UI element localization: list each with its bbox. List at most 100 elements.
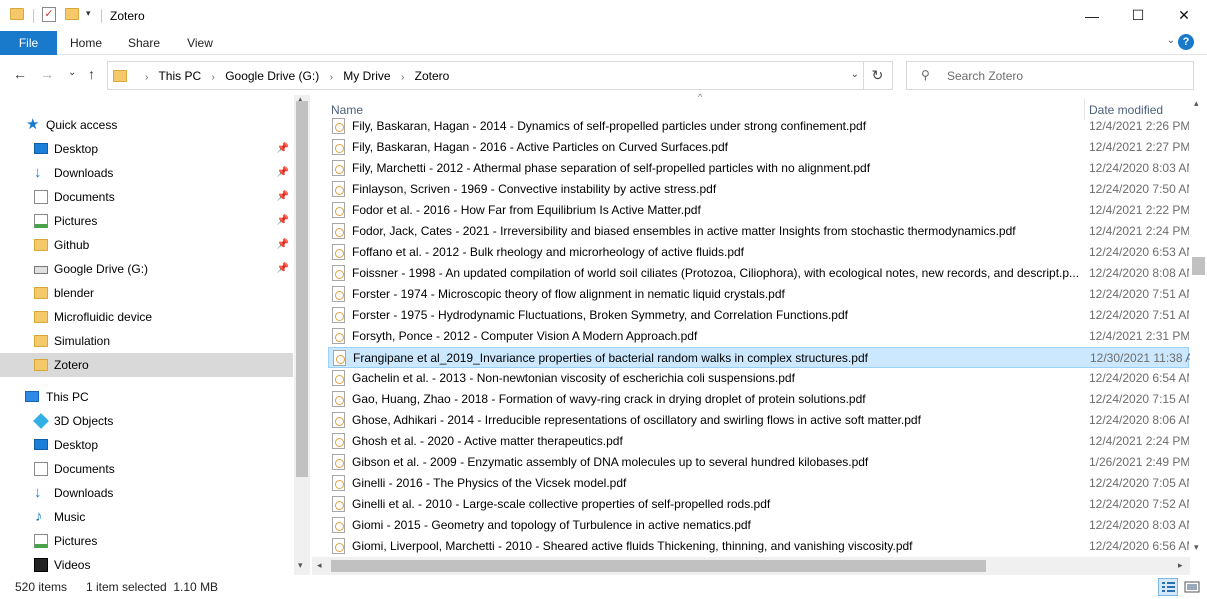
status-bar: 520 items 1 item selected 1.10 MB (0, 575, 1207, 599)
tab-file[interactable]: File (0, 31, 57, 55)
table-row[interactable]: Forsyth, Ponce - 2012 - Computer Vision … (328, 326, 1189, 347)
sidebar-item-pictures-pc[interactable]: Pictures (0, 529, 293, 553)
drive-icon (34, 266, 48, 274)
breadcrumb-google-drive[interactable]: Google Drive (G:) (225, 69, 319, 83)
sidebar-item-zotero[interactable]: Zotero (0, 353, 293, 377)
sidebar-item-simulation[interactable]: Simulation (0, 329, 293, 353)
column-header-date-modified[interactable]: Date modified (1089, 103, 1163, 117)
pdf-file-icon (332, 454, 345, 470)
pin-icon[interactable]: 📌 (277, 233, 289, 257)
forward-button[interactable]: → (40, 66, 54, 82)
column-header-name[interactable]: Name (331, 103, 363, 117)
sidebar-item-label: Pictures (54, 214, 98, 228)
table-row[interactable]: Forster - 1975 - Hydrodynamic Fluctuatio… (328, 305, 1189, 326)
item-count: 520 items (15, 580, 68, 594)
table-row[interactable]: Ginelli - 2016 - The Physics of the Vics… (328, 473, 1189, 494)
sidebar-item-videos[interactable]: Videos (0, 553, 293, 577)
sidebar-item-this-pc[interactable]: This PC (0, 385, 293, 409)
sidebar-item-quick-access[interactable]: ★ Quick access (0, 113, 293, 137)
scrollbar-thumb[interactable] (296, 101, 308, 477)
file-list-vertical-scrollbar[interactable]: ▴ ▾ (1190, 95, 1207, 557)
chevron-down-icon[interactable]: ⌄ (851, 69, 859, 80)
sidebar-item-downloads-pc[interactable]: ↓ Downloads (0, 481, 293, 505)
tab-share[interactable]: Share (120, 31, 168, 55)
tab-view[interactable]: View (178, 31, 222, 55)
table-row[interactable]: Fodor et al. - 2016 - How Far from Equil… (328, 200, 1189, 221)
up-button[interactable]: ↑ (88, 66, 95, 82)
close-button[interactable]: ✕ (1161, 0, 1207, 31)
table-row[interactable]: Forster - 1974 - Microscopic theory of f… (328, 284, 1189, 305)
address-bar[interactable]: › This PC › Google Drive (G:) › My Drive… (107, 61, 864, 90)
sidebar-item-google-drive[interactable]: Google Drive (G:) 📌 (0, 257, 293, 281)
breadcrumb-this-pc[interactable]: This PC (158, 69, 201, 83)
minimize-button[interactable]: — (1069, 0, 1115, 31)
table-row[interactable]: Ghose, Adhikari - 2014 - Irreducible rep… (328, 410, 1189, 431)
pin-icon[interactable]: 📌 (277, 137, 289, 161)
pin-icon[interactable]: 📌 (277, 257, 289, 281)
pin-icon[interactable]: 📌 (277, 161, 289, 185)
navigation-scrollbar[interactable]: ▴ ▾ (294, 94, 310, 575)
pin-icon[interactable]: 📌 (277, 185, 289, 209)
pin-icon[interactable]: 📌 (277, 209, 289, 233)
table-row[interactable]: Fodor, Jack, Cates - 2021 - Irreversibil… (328, 221, 1189, 242)
sidebar-item-music[interactable]: ♪ Music (0, 505, 293, 529)
sidebar-item-label: Pictures (54, 534, 98, 548)
sidebar-item-pictures[interactable]: Pictures 📌 (0, 209, 293, 233)
scroll-down-arrow-icon[interactable]: ▾ (1194, 542, 1199, 553)
sidebar-item-label: Desktop (54, 438, 99, 452)
table-row[interactable]: Ginelli et al. - 2010 - Large-scale coll… (328, 494, 1189, 515)
table-row[interactable]: Fily, Marchetti - 2012 - Athermal phase … (328, 158, 1189, 179)
breadcrumb-my-drive[interactable]: My Drive (343, 69, 390, 83)
sidebar-item-documents-pc[interactable]: Documents (0, 457, 293, 481)
sidebar-item-blender[interactable]: blender (0, 281, 293, 305)
file-name: Frangipane et al_2019_Invariance propert… (353, 351, 868, 365)
table-row[interactable]: Foissner - 1998 - An updated compilation… (328, 263, 1189, 284)
sidebar-item-desktop-pc[interactable]: Desktop (0, 433, 293, 457)
table-row[interactable]: Frangipane et al_2019_Invariance propert… (328, 347, 1190, 368)
sidebar-item-label: Desktop (54, 142, 99, 156)
help-icon[interactable]: ? (1178, 34, 1194, 50)
sidebar-item-downloads[interactable]: ↓ Downloads 📌 (0, 161, 293, 185)
details-view-button[interactable] (1158, 578, 1178, 596)
table-row[interactable]: Fily, Baskaran, Hagan - 2014 - Dynamics … (328, 116, 1189, 137)
table-row[interactable]: Gachelin et al. - 2013 - Non-newtonian v… (328, 368, 1189, 389)
scroll-down-arrow-icon[interactable]: ▾ (298, 560, 303, 571)
table-row[interactable]: Gibson et al. - 2009 - Enzymatic assembl… (328, 452, 1189, 473)
file-list-horizontal-scrollbar[interactable]: ◂ ▸ (312, 557, 1190, 575)
refresh-button[interactable]: ↻ (863, 61, 893, 90)
table-row[interactable]: Gao, Huang, Zhao - 2018 - Formation of w… (328, 389, 1189, 410)
sidebar-item-documents[interactable]: Documents 📌 (0, 185, 293, 209)
file-name: Gao, Huang, Zhao - 2018 - Formation of w… (352, 392, 866, 406)
scroll-up-arrow-icon[interactable]: ▴ (1194, 98, 1199, 109)
scroll-right-arrow-icon[interactable]: ▸ (1178, 560, 1183, 571)
sidebar-item-github[interactable]: Github 📌 (0, 233, 293, 257)
scrollbar-thumb[interactable] (1192, 257, 1205, 275)
search-input[interactable]: ⚲ Search Zotero (906, 61, 1194, 90)
expand-ribbon-icon[interactable]: ⌄ (1167, 35, 1175, 46)
sidebar-item-desktop[interactable]: Desktop 📌 (0, 137, 293, 161)
properties-icon[interactable]: ✓ (42, 7, 56, 22)
cube-icon (33, 413, 49, 429)
back-button[interactable]: ← (13, 66, 27, 82)
table-row[interactable]: Foffano et al. - 2012 - Bulk rheology an… (328, 242, 1189, 263)
scroll-left-arrow-icon[interactable]: ◂ (317, 560, 322, 571)
table-row[interactable]: Giomi, Liverpool, Marchetti - 2010 - She… (328, 536, 1189, 557)
large-icons-view-button[interactable] (1182, 578, 1202, 596)
scrollbar-thumb[interactable] (331, 560, 986, 572)
tab-home[interactable]: Home (63, 31, 109, 55)
file-date-modified: 12/24/2020 6:53 AM (1089, 245, 1189, 259)
new-folder-icon[interactable] (65, 8, 79, 20)
recent-locations-button[interactable]: ⌄ (68, 67, 76, 78)
breadcrumb-zotero[interactable]: Zotero (415, 69, 450, 83)
maximize-button[interactable]: ☐ (1115, 0, 1161, 31)
sidebar-item-3d-objects[interactable]: 3D Objects (0, 409, 293, 433)
table-row[interactable]: Fily, Baskaran, Hagan - 2016 - Active Pa… (328, 137, 1189, 158)
file-date-modified: 12/24/2020 8:03 AM (1089, 161, 1189, 175)
customize-quick-access-icon[interactable]: ▾ (86, 8, 91, 19)
sidebar-item-label: blender (54, 286, 95, 300)
table-row[interactable]: Finlayson, Scriven - 1969 - Convective i… (328, 179, 1189, 200)
file-name: Gibson et al. - 2009 - Enzymatic assembl… (352, 455, 869, 469)
table-row[interactable]: Ghosh et al. - 2020 - Active matter ther… (328, 431, 1189, 452)
sidebar-item-microfluidic-device[interactable]: Microfluidic device (0, 305, 293, 329)
table-row[interactable]: Giomi - 2015 - Geometry and topology of … (328, 515, 1189, 536)
